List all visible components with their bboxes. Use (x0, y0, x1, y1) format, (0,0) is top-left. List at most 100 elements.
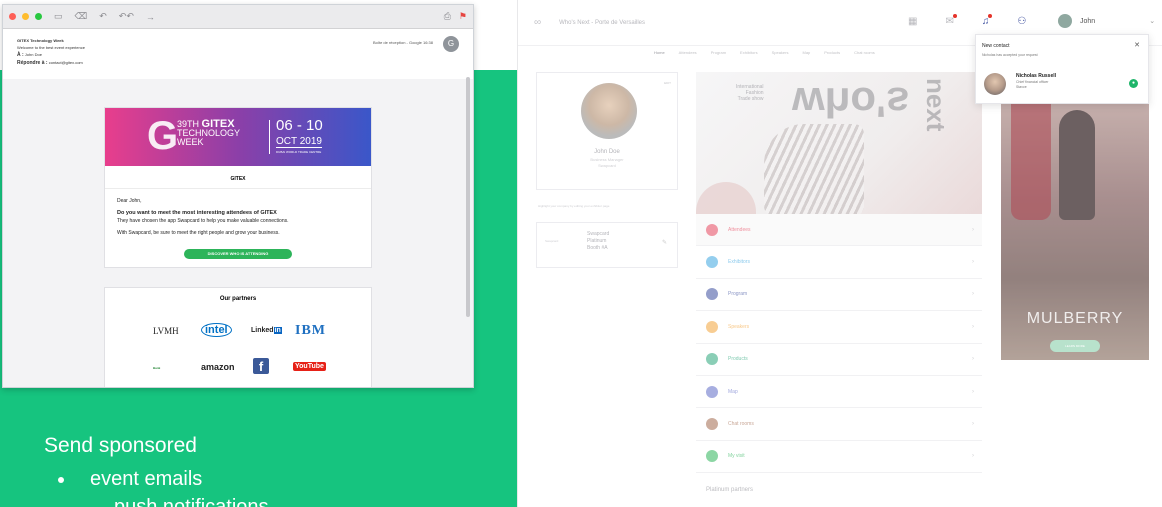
contact-name[interactable]: Nicholas Russell (1016, 73, 1056, 79)
zoom-dot-icon[interactable] (35, 13, 42, 20)
slide-bullet-1-text: event emails (90, 468, 203, 490)
forward-icon[interactable]: → (146, 12, 155, 22)
hero-line-3: Trade show (737, 96, 764, 102)
products-icon (706, 353, 718, 366)
chevron-right-icon: › (972, 453, 974, 460)
reply-icon[interactable]: ↶ (99, 11, 107, 22)
user-avatar (1058, 14, 1072, 28)
nav-home[interactable]: Home (654, 50, 665, 55)
nav-map[interactable]: Map (803, 50, 811, 55)
nav-attendees[interactable]: Attendees (679, 50, 697, 55)
amazon-logo: amazon (201, 362, 235, 372)
menu-item-label: Exhibitors (728, 259, 750, 266)
contact-details: Chief financial officer Stavce (1016, 80, 1048, 90)
hero-tagline: International Fashion Trade show (736, 84, 764, 102)
sponsor-ad[interactable]: MULBERRY (1001, 90, 1149, 360)
profile-role-text: Business Manager (590, 157, 624, 162)
menu-item-label: Map (728, 388, 738, 395)
partners-card: Our partners LVMH intel Linkedin IBM Ban… (104, 287, 372, 387)
discover-attending-button[interactable]: DISCOVER WHO IS ATTENDING (184, 249, 292, 259)
ibm-logo: IBM (295, 323, 326, 338)
linkedin-logo-text: Linked (251, 327, 274, 334)
company-card[interactable]: Swapcard Swapcard Platinum Booth #A ✎ (536, 222, 678, 268)
menu-item-speakers[interactable]: Speakers › (696, 311, 982, 344)
profile-card: EDIT John Doe Business Manager Swapcard (536, 72, 678, 190)
chevron-down-icon: ⌄ (1149, 18, 1156, 25)
mail-toolbar: ▭ ⌫ ↶ ↶↶ → ⎙ ⚑ (3, 5, 473, 29)
chevron-right-icon: › (972, 421, 974, 428)
menu-item-label: Attendees (728, 226, 751, 233)
slide-bullet-1: event emails (58, 468, 202, 491)
hero-who-text: who's (792, 79, 910, 126)
bank-logo: Bank (153, 366, 161, 370)
menu-item-label: Program (728, 291, 748, 298)
contact-company: Stavce (1016, 85, 1027, 89)
app-logo-icon[interactable]: ∞ (534, 17, 541, 28)
company-info: Swapcard Platinum Booth #A (587, 231, 609, 252)
lvmh-logo: LVMH (153, 326, 179, 336)
nav-chat-rooms[interactable]: Chat rooms (854, 50, 875, 55)
ad-curtain (1011, 90, 1051, 220)
print-icon[interactable]: ⎙ (444, 11, 451, 22)
edit-profile-link[interactable]: EDIT (664, 81, 671, 85)
email-subline: They have chosen the app Swapcard to hel… (117, 218, 289, 224)
close-icon[interactable]: ✕ (1134, 41, 1140, 49)
nav-program[interactable]: Program (711, 50, 726, 55)
profile-company: Swapcard (598, 163, 616, 168)
menu-item-exhibitors[interactable]: Exhibitors › (696, 246, 982, 279)
contact-role: Chief financial officer (1016, 80, 1049, 84)
archive-icon[interactable]: ▭ (54, 11, 63, 22)
chevron-right-icon: › (972, 388, 974, 395)
linkedin-logo: Linkedin (251, 327, 282, 334)
company-name: Swapcard (587, 231, 610, 237)
menu-item-attendees[interactable]: Attendees › (696, 214, 982, 247)
chevron-right-icon: › (972, 226, 974, 233)
nav-exhibitors[interactable]: Exhibitors (740, 50, 758, 55)
email-card: G 39TH GITEX TECHNOLOGY WEEK 06 - 10 OCT… (104, 107, 372, 268)
notification-badge (988, 14, 992, 18)
notification-title: New contact (982, 43, 1010, 49)
mail-scrollbar[interactable] (466, 77, 470, 317)
banner-week: WEEK (177, 137, 204, 147)
mail-meta: Boîte de réception - Google 16:38 (372, 40, 433, 45)
bullet-icon (58, 476, 64, 483)
minimize-dot-icon[interactable] (22, 13, 29, 20)
sub-navigation: Home Attendees Program Exhibitors Speake… (654, 50, 875, 55)
hero-dome (696, 182, 756, 216)
slide-bullet-2: push notifications (114, 496, 269, 507)
trash-icon[interactable]: ⌫ (75, 11, 88, 22)
mail-reply-label: Répondre à : (17, 60, 48, 66)
linkedin-in-icon: in (273, 327, 282, 334)
contact-avatar (984, 73, 1006, 95)
slide-title: Send sponsored (44, 434, 197, 457)
profile-name: John Doe (594, 149, 620, 155)
menu-item-my-visit[interactable]: My visit › (696, 441, 982, 474)
ad-model (1059, 110, 1095, 220)
menu-item-chat-rooms[interactable]: Chat rooms › (696, 408, 982, 441)
reply-all-icon[interactable]: ↶↶ (119, 11, 134, 22)
nav-products[interactable]: Products (824, 50, 840, 55)
nav-speakers[interactable]: Speakers (772, 50, 789, 55)
menu-item-map[interactable]: Map › (696, 376, 982, 409)
chat-icon[interactable]: ✉ (945, 16, 953, 27)
mail-header: GITEX Technology Week Welcome to the bes… (3, 29, 473, 77)
menu-item-products[interactable]: Products › (696, 344, 982, 376)
message-contact-icon[interactable]: ● (1129, 79, 1138, 88)
event-title: Who's Next - Porte de Versailles (559, 19, 645, 26)
mail-to-value: John Doe (24, 52, 42, 57)
email-text: Dear John, Do you want to meet the most … (105, 189, 371, 245)
contacts-icon[interactable]: ⚇ (1017, 16, 1026, 27)
hero-next-text: next (921, 78, 951, 132)
chevron-right-icon: › (972, 291, 974, 298)
profile-role: Business Manager Swapcard (537, 157, 677, 169)
close-dot-icon[interactable] (9, 13, 16, 20)
mail-reply-value: contact@gitex.com (48, 60, 83, 65)
flag-icon[interactable]: ⚑ (459, 11, 467, 22)
program-icon (706, 288, 718, 301)
chevron-right-icon: › (972, 323, 974, 330)
user-menu[interactable]: John ⌄ (1058, 14, 1155, 28)
learn-more-button[interactable]: LEARN MORE (1050, 340, 1100, 352)
pencil-icon[interactable]: ✎ (662, 239, 667, 246)
calendar-icon[interactable]: ▦ (908, 16, 917, 27)
menu-item-program[interactable]: Program › (696, 279, 982, 312)
